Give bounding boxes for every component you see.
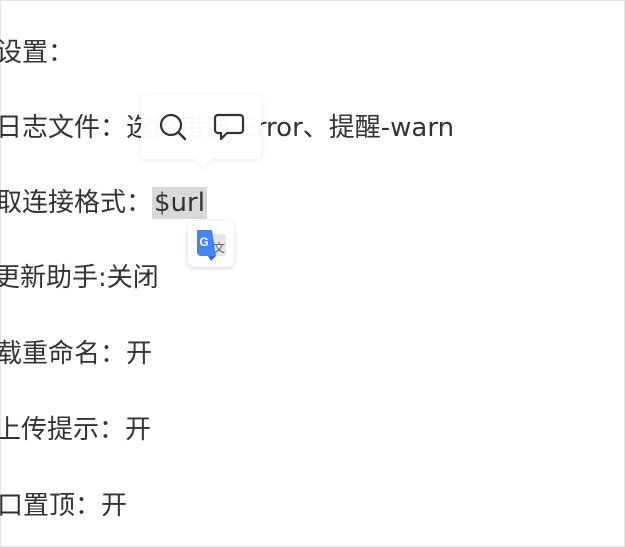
selected-text[interactable]: $url bbox=[152, 187, 207, 219]
comment-button[interactable] bbox=[212, 110, 246, 144]
svg-text:文: 文 bbox=[213, 240, 225, 255]
svg-text:G: G bbox=[199, 235, 208, 249]
upload-prompt-setting: 上传提示：开 bbox=[0, 415, 152, 445]
link-format-setting: 取连接格式：$url bbox=[0, 187, 207, 219]
search-icon bbox=[159, 113, 187, 141]
download-rename-setting: 载重命名：开 bbox=[0, 339, 153, 369]
window-pin-setting: 口置顶：开 bbox=[0, 491, 128, 521]
translate-button[interactable]: G 文 bbox=[188, 221, 234, 267]
comment-icon bbox=[213, 113, 245, 141]
search-button[interactable] bbox=[156, 110, 190, 144]
google-translate-icon: G 文 bbox=[197, 230, 226, 261]
settings-heading: 设置： bbox=[0, 38, 75, 68]
update-assistant-setting: 更新助手:关闭 bbox=[0, 263, 159, 293]
selection-toolbar bbox=[141, 95, 261, 159]
